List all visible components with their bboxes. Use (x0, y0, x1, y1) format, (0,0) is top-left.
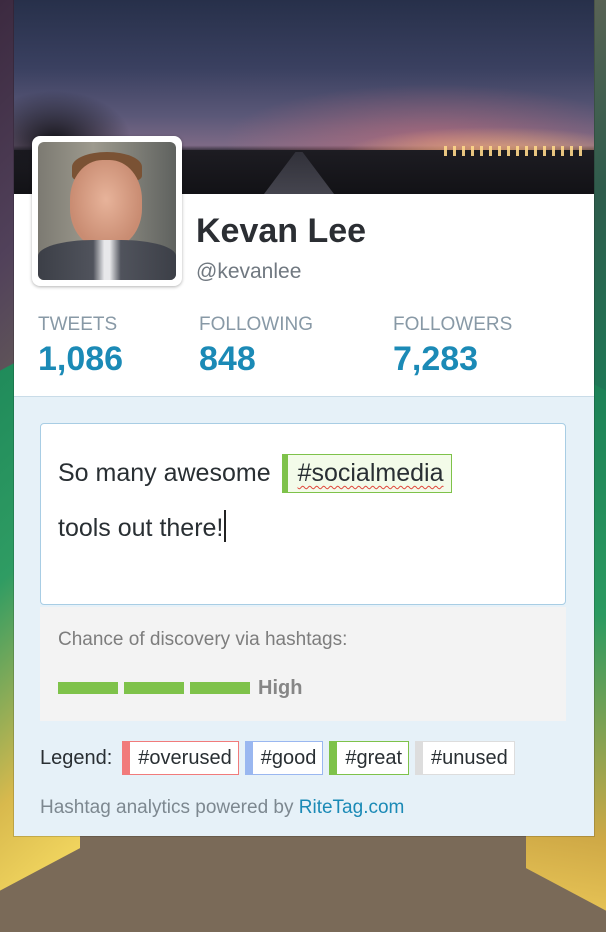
legend-chip-good: #good (244, 741, 324, 775)
stat-followers[interactable]: FOLLOWERS 7,283 (393, 314, 512, 379)
stat-followers-value: 7,283 (393, 340, 479, 378)
discovery-meter: High (58, 673, 302, 703)
avatar[interactable] (32, 136, 182, 286)
stat-following-value: 848 (199, 340, 256, 378)
avatar-photo (38, 142, 176, 280)
tweet-text-line2: tools out there! (58, 514, 224, 542)
stat-tweets-value: 1,086 (38, 340, 124, 378)
meter-segment (190, 682, 250, 694)
discovery-level: High (258, 676, 303, 699)
legend-title: Legend: (40, 746, 113, 769)
powered-by: Hashtag analytics powered by RiteTag.com (40, 797, 404, 819)
tweet-line-1: So many awesome #socialmedia (58, 454, 453, 493)
profile-handle[interactable]: @kevanlee (196, 260, 301, 284)
text-cursor (224, 510, 227, 542)
compose-panel: So many awesome #socialmedia tools out t… (14, 397, 594, 836)
meter-segment (58, 682, 118, 694)
tweet-compose-box[interactable]: So many awesome #socialmedia tools out t… (40, 423, 566, 605)
legend: Legend: #overused #good #great #unused (40, 741, 521, 775)
discovery-label: Chance of discovery via hashtags: (58, 629, 348, 650)
legend-chip-great: #great (329, 741, 410, 775)
stat-followers-label: FOLLOWERS (393, 314, 513, 335)
stat-tweets[interactable]: TWEETS 1,086 (38, 314, 123, 379)
header-lights (444, 146, 584, 156)
stat-following[interactable]: FOLLOWING 848 (199, 314, 313, 379)
tweet-text-prefix: So many awesome (58, 459, 271, 487)
stat-tweets-label: TWEETS (38, 314, 118, 335)
avatar-suit (38, 240, 176, 280)
powered-by-text: Hashtag analytics powered by (40, 797, 294, 818)
avatar-face (70, 160, 142, 248)
discovery-panel: Chance of discovery via hashtags: High (40, 607, 566, 721)
tweet-line-2: tools out there! (58, 510, 227, 543)
hashtag-highlight[interactable]: #socialmedia (281, 454, 453, 493)
legend-chip-overused: #overused (122, 741, 239, 775)
meter-segment (124, 682, 184, 694)
stat-following-label: FOLLOWING (199, 314, 314, 335)
ritetag-link[interactable]: RiteTag.com (299, 797, 405, 818)
profile-card: Kevan Lee @kevanlee TWEETS 1,086 FOLLOWI… (14, 0, 594, 836)
profile-name[interactable]: Kevan Lee (196, 212, 366, 251)
legend-chip-unused: #unused (415, 741, 515, 775)
